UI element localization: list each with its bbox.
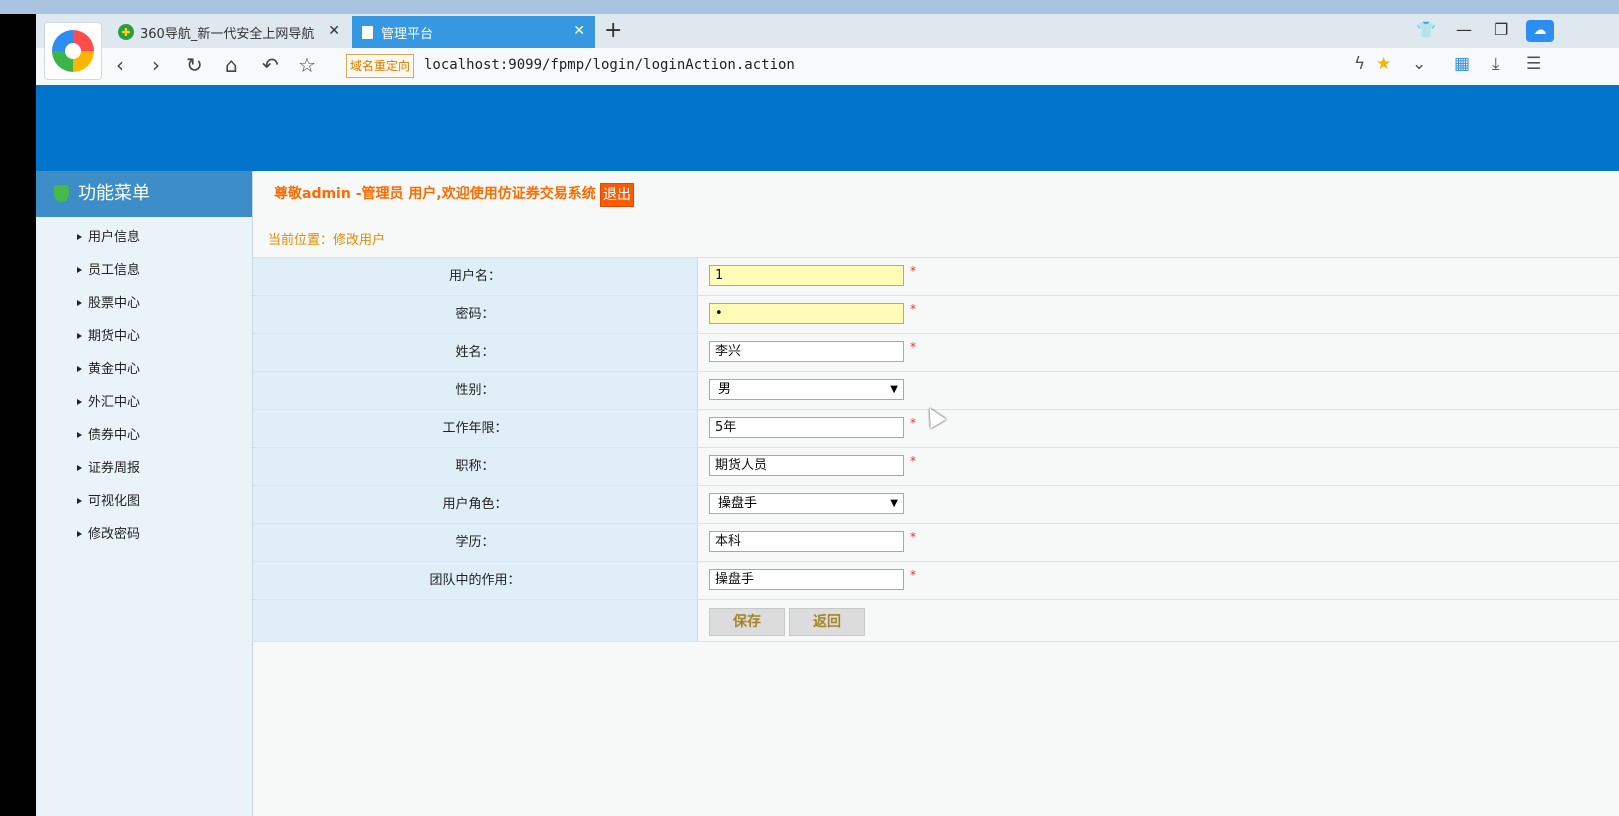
cloud-icon[interactable]: ☁ (1526, 20, 1554, 42)
tab-title: 管理平台 (381, 26, 434, 42)
form-row-name: 姓名： 李兴 * (253, 333, 1619, 371)
back-button[interactable]: 返回 (789, 608, 865, 636)
required-mark: * (910, 416, 916, 430)
password-label: 密码： (253, 296, 698, 333)
form-row-actions: 保存 返回 (253, 599, 1619, 642)
address-bar: ‹ › ↻ ⌂ ↶ ☆ 域名重定向 localhost:9099/fpmp/lo… (36, 48, 1619, 86)
team-role-input[interactable]: 操盘手 (709, 569, 904, 590)
forward-icon[interactable]: › (152, 53, 160, 77)
sidebar-item-visualization[interactable]: 可视化图 (36, 485, 252, 518)
browser-window: ✚ 360导航_新一代安全上网导航 ✕ 管理平台 ✕ + 👕 — ❐ ☁ ‹ ›… (36, 14, 1619, 816)
tab-title: 360导航_新一代安全上网导航 (140, 26, 315, 42)
name-input[interactable]: 李兴 (709, 341, 904, 362)
form-row-username: 用户名： 1 * (253, 257, 1619, 295)
job-title-label: 职称： (253, 448, 698, 485)
breadcrumb: 当前位置：修改用户 (268, 233, 386, 248)
sidebar-item-futures-center[interactable]: 期货中心 (36, 320, 252, 353)
sidebar-item-gold-center[interactable]: 黄金中心 (36, 353, 252, 386)
gender-label: 性别： (253, 372, 698, 409)
tab-admin-platform[interactable]: 管理平台 ✕ (352, 16, 595, 48)
edit-user-form: 用户名： 1 * 密码： • * 姓名： 李兴 * 性别： 男 ▼ 工作年限： … (253, 257, 1619, 642)
restore-icon[interactable]: ❐ (1494, 20, 1508, 39)
page-icon (362, 25, 373, 39)
close-tab-icon[interactable]: ✕ (573, 23, 585, 39)
required-mark: * (910, 454, 916, 468)
menu-icon[interactable]: ☰ (1526, 54, 1541, 74)
gender-select[interactable]: 男 ▼ (709, 379, 904, 400)
back-icon[interactable]: ‹ (116, 53, 124, 77)
dropdown-arrow-icon: ▼ (890, 384, 898, 395)
sidebar-item-weekly-report[interactable]: 证券周报 (36, 452, 252, 485)
logout-button[interactable]: 退出 (600, 183, 634, 207)
form-row-title: 职称： 期货人员 * (253, 447, 1619, 485)
sidebar-item-change-password[interactable]: 修改密码 (36, 518, 252, 551)
sidebar-item-employee-info[interactable]: 员工信息 (36, 254, 252, 287)
years-label: 工作年限： (253, 410, 698, 447)
close-tab-icon[interactable]: ✕ (328, 23, 340, 39)
download-icon[interactable]: ⤓ (1492, 54, 1500, 74)
education-label: 学历： (253, 524, 698, 561)
years-input[interactable]: 5年 (709, 417, 904, 438)
new-tab-button[interactable]: + (604, 18, 622, 43)
required-mark: * (910, 340, 916, 354)
form-row-education: 学历： 本科 * (253, 523, 1619, 561)
page-header-banner (36, 85, 1619, 171)
role-label: 用户角色： (253, 486, 698, 523)
favorite-star-icon[interactable]: ★ (1376, 54, 1391, 74)
sidebar-menu: 用户信息 员工信息 股票中心 期货中心 黄金中心 外汇中心 债券中心 证券周报 … (36, 221, 252, 551)
required-mark: * (910, 264, 916, 278)
dropdown-arrow-icon: ▼ (890, 498, 898, 509)
minimize-icon[interactable]: — (1456, 20, 1472, 39)
tab-bar: ✚ 360导航_新一代安全上网导航 ✕ 管理平台 ✕ + 👕 — ❐ ☁ (36, 14, 1619, 48)
form-row-team-role: 团队中的作用： 操盘手 * (253, 561, 1619, 599)
skin-icon[interactable]: 👕 (1416, 20, 1436, 39)
save-button[interactable]: 保存 (709, 608, 785, 636)
gender-selected-value: 男 (718, 382, 732, 397)
undo-icon[interactable]: ↶ (262, 53, 279, 77)
dropdown-icon[interactable]: ⌄ (1412, 54, 1426, 74)
tab-360-nav[interactable]: ✚ 360导航_新一代安全上网导航 ✕ (108, 16, 350, 48)
sidebar-item-bond-center[interactable]: 债券中心 (36, 419, 252, 452)
welcome-text: 尊敬admin -管理员 用户,欢迎使用仿证券交易系统 (274, 186, 596, 202)
bookmark-star-icon[interactable]: ☆ (298, 53, 316, 77)
form-row-password: 密码： • * (253, 295, 1619, 333)
redirect-badge[interactable]: 域名重定向 (346, 54, 415, 78)
apps-grid-icon[interactable]: ▦ (1454, 54, 1470, 74)
username-input[interactable]: 1 (709, 265, 904, 286)
name-label: 姓名： (253, 334, 698, 371)
sidebar-item-user-info[interactable]: 用户信息 (36, 221, 252, 254)
form-row-role: 用户角色： 操盘手 ▼ (253, 485, 1619, 523)
required-mark: * (910, 302, 916, 316)
education-input[interactable]: 本科 (709, 531, 904, 552)
sidebar-item-forex-center[interactable]: 外汇中心 (36, 386, 252, 419)
home-icon[interactable]: ⌂ (225, 53, 238, 77)
sidebar-header: 功能菜单 (36, 171, 252, 217)
browser-logo-icon[interactable] (44, 22, 102, 80)
lightning-icon[interactable]: ϟ (1354, 54, 1365, 74)
required-mark: * (910, 568, 916, 582)
os-top-strip (0, 0, 1619, 14)
actions-label-cell (253, 600, 698, 641)
team-role-label: 团队中的作用： (253, 562, 698, 599)
required-mark: * (910, 530, 916, 544)
role-select[interactable]: 操盘手 ▼ (709, 493, 904, 514)
sidebar-item-stock-center[interactable]: 股票中心 (36, 287, 252, 320)
username-label: 用户名： (253, 258, 698, 295)
main-content: 尊敬admin -管理员 用户,欢迎使用仿证券交易系统 退出 当前位置：修改用户… (253, 171, 1619, 816)
reload-icon[interactable]: ↻ (186, 53, 203, 77)
job-title-input[interactable]: 期货人员 (709, 455, 904, 476)
shield-icon (54, 185, 69, 202)
site-favicon-icon: ✚ (118, 24, 134, 40)
url-field[interactable]: localhost:9099/fpmp/login/loginAction.ac… (424, 57, 795, 73)
role-selected-value: 操盘手 (718, 496, 758, 511)
password-input[interactable]: • (709, 303, 904, 324)
sidebar: 功能菜单 用户信息 员工信息 股票中心 期货中心 黄金中心 外汇中心 债券中心 … (36, 171, 253, 816)
sidebar-title: 功能菜单 (78, 183, 150, 204)
